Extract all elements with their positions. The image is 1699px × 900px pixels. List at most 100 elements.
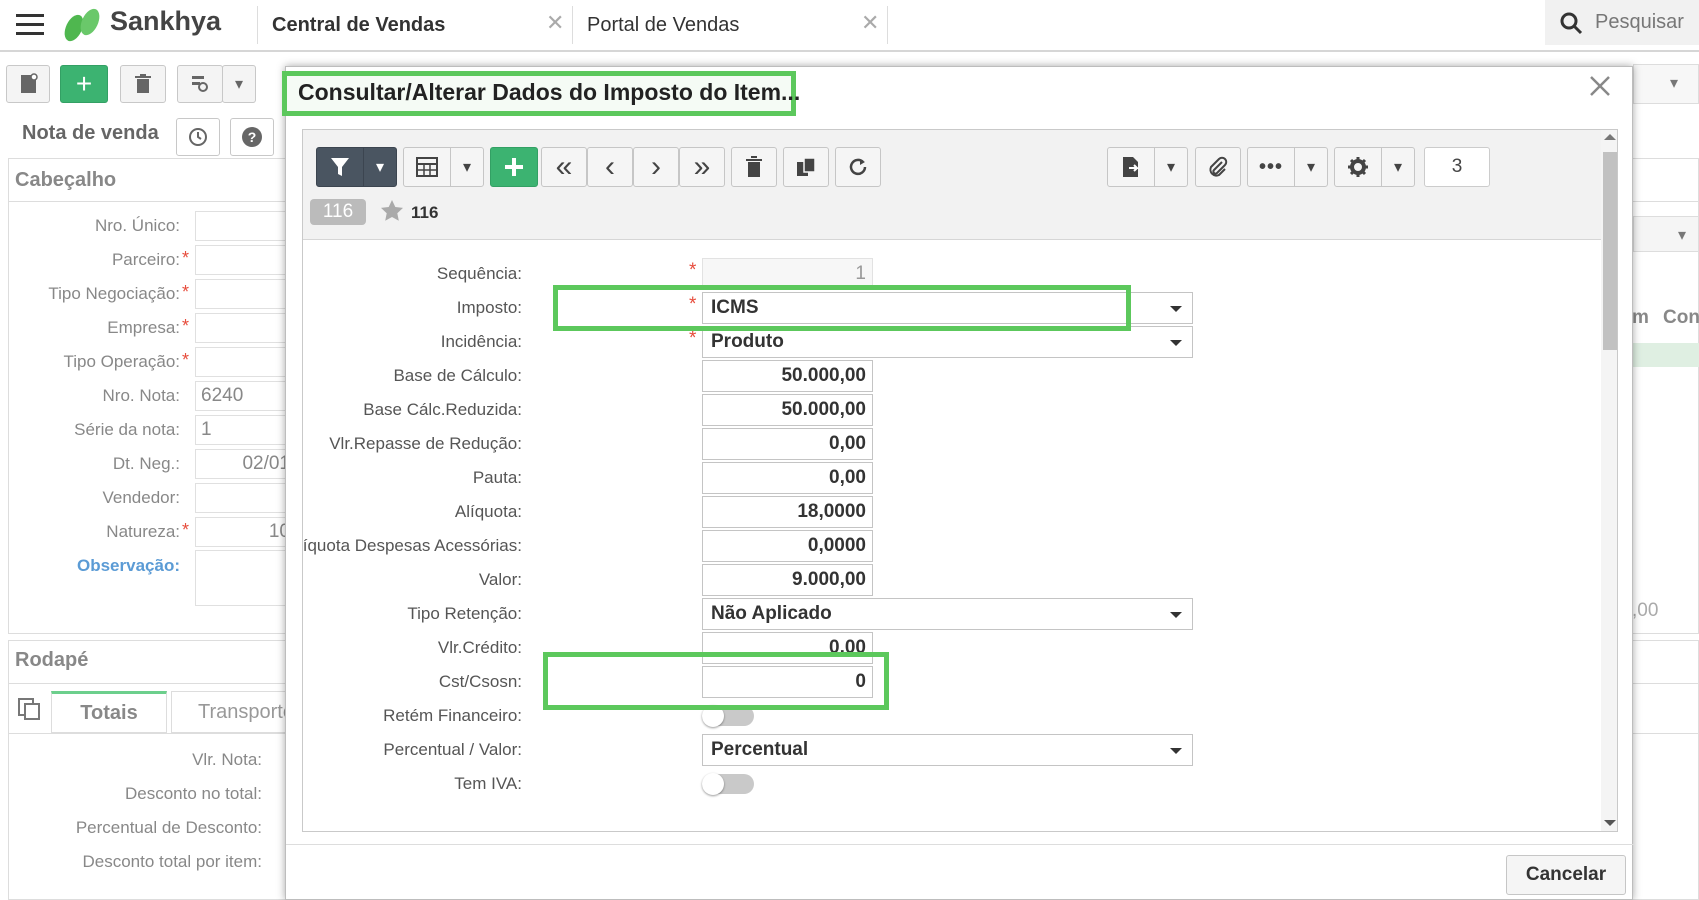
chevron-down-icon[interactable]: ▾ (1670, 73, 1678, 93)
previous-record-button[interactable]: ‹ (587, 147, 633, 187)
scroll-up-arrow[interactable] (1604, 134, 1616, 140)
filter-button[interactable] (316, 147, 364, 187)
page-number: 3 (1451, 156, 1463, 177)
search-icon (1559, 11, 1583, 35)
chevron-down-icon[interactable] (1170, 306, 1182, 312)
first-record-button[interactable]: « (541, 147, 587, 187)
chevron-down-icon[interactable]: ▾ (1678, 225, 1686, 245)
grid-icon (416, 157, 438, 177)
field-select[interactable]: Não Aplicado (702, 598, 1193, 630)
search-records-icon[interactable] (177, 65, 223, 103)
double-chevron-right-icon: » (693, 150, 711, 183)
settings-button[interactable] (1334, 147, 1382, 187)
tax-dialog: Consultar/Alterar Dados do Imposto do It… (282, 66, 1634, 900)
close-tab-icon[interactable]: ✕ (546, 10, 564, 36)
hamburger-menu-icon[interactable] (16, 12, 44, 36)
header-field-row: Tipo Operação: * (0, 346, 295, 378)
chevron-down-icon[interactable] (1170, 340, 1182, 346)
last-record-button[interactable]: » (679, 147, 725, 187)
header-field-input[interactable] (195, 347, 295, 377)
chevron-down-icon[interactable] (1170, 748, 1182, 754)
copy-icon[interactable] (17, 697, 41, 721)
chevron-down-icon: ▾ (1166, 159, 1176, 176)
next-record-button[interactable]: › (633, 147, 679, 187)
tab-central-de-vendas[interactable]: Central de Vendas (272, 0, 572, 50)
dialog-content-panel: ▾ ▾ « ‹ › » ▾ ••• ▾ ▾ 3 116 116 Sequênci… (302, 129, 1618, 832)
close-tab-icon[interactable]: ✕ (861, 10, 879, 36)
header-field-input[interactable]: 02/01 (195, 449, 295, 479)
field-label: Valor: (478, 570, 522, 589)
chevron-down-icon: ▾ (375, 159, 385, 176)
field-input[interactable]: 50.000,00 (702, 360, 873, 392)
background-right-toolbar: ▾ (1633, 64, 1699, 104)
double-chevron-left-icon: « (555, 150, 573, 183)
tab-portal-de-vendas[interactable]: Portal de Vendas (587, 0, 887, 50)
header-field-label: Empresa: (107, 318, 180, 337)
search-box[interactable]: Pesquisar (1545, 0, 1699, 45)
grid-export-icon[interactable]: ▾ (1633, 216, 1699, 252)
chevron-right-icon: › (651, 150, 661, 183)
more-options-button[interactable]: ••• (1247, 147, 1295, 187)
new-document-icon[interactable] (6, 65, 50, 103)
header-field-input[interactable] (195, 211, 295, 241)
export-button[interactable] (1107, 147, 1155, 187)
field-input[interactable]: 9.000,00 (702, 564, 873, 596)
field-select[interactable]: Percentual (702, 734, 1193, 766)
more-options-dropdown[interactable]: ▾ (1294, 147, 1328, 187)
header-section-title: Cabeçalho (15, 169, 117, 191)
favorite-star-icon[interactable] (380, 199, 404, 223)
header-field-label: Nro. Nota: (102, 386, 180, 405)
header-field-input[interactable]: 6240 (195, 381, 295, 411)
close-dialog-icon[interactable] (1589, 75, 1611, 97)
grid-header-col-con: Con (1663, 307, 1699, 328)
refresh-button[interactable] (835, 147, 881, 187)
scrollbar-thumb[interactable] (1603, 152, 1617, 350)
field-label: Tipo Retenção: (407, 604, 522, 623)
duplicate-record-button[interactable] (783, 147, 829, 187)
header-field-input[interactable] (195, 245, 295, 275)
header-field-row: Nro. Único: (0, 210, 295, 242)
header-field-input[interactable] (195, 483, 295, 513)
attachment-button[interactable] (1195, 147, 1241, 187)
tab-label: Portal de Vendas (587, 13, 740, 36)
field-input[interactable]: 18,0000 (702, 496, 873, 528)
grid-view-button[interactable] (403, 147, 451, 187)
observacao-label[interactable]: Observação: (0, 556, 180, 576)
header-field-input[interactable]: 10 (195, 517, 295, 547)
vertical-scrollbar[interactable] (1601, 130, 1617, 831)
field-label: Retém Financeiro: (383, 706, 522, 725)
header-field-row: Empresa: * (0, 312, 295, 344)
header-field-input[interactable]: 1 (195, 415, 295, 445)
more-icon: ••• (1258, 155, 1283, 178)
header-field-input[interactable] (195, 279, 295, 309)
header-field-row: Dt. Neg.: 02/01 (0, 448, 295, 480)
header-field-label: Natureza: (106, 522, 180, 541)
chevron-down-icon[interactable]: ▾ (222, 65, 256, 103)
chevron-down-icon[interactable] (1170, 612, 1182, 618)
filter-dropdown[interactable]: ▾ (363, 147, 397, 187)
svg-text:?: ? (248, 129, 257, 145)
field-input[interactable]: 0,00 (702, 428, 873, 460)
field-input[interactable]: 0,0000 (702, 530, 873, 562)
cancel-button[interactable]: Cancelar (1506, 855, 1626, 895)
field-input[interactable]: 0,00 (702, 462, 873, 494)
required-marker: * (689, 328, 697, 349)
tab-totais[interactable]: Totais (51, 691, 167, 733)
scroll-down-arrow[interactable] (1604, 820, 1616, 826)
observacao-textarea[interactable] (195, 550, 295, 606)
add-record-button[interactable] (490, 147, 538, 187)
grid-view-dropdown[interactable]: ▾ (450, 147, 484, 187)
delete-icon[interactable] (120, 65, 166, 103)
header-field-input[interactable] (195, 313, 295, 343)
page-number-box[interactable]: 3 (1424, 147, 1490, 187)
field-label: Percentual / Valor: (383, 740, 522, 759)
footer-section-title: Rodapé (15, 649, 89, 671)
settings-dropdown[interactable]: ▾ (1381, 147, 1415, 187)
help-icon[interactable]: ? (230, 118, 274, 156)
add-button[interactable]: + (60, 65, 108, 103)
delete-record-button[interactable] (731, 147, 777, 187)
export-dropdown[interactable]: ▾ (1154, 147, 1188, 187)
refresh-history-icon[interactable] (176, 118, 220, 156)
field-input[interactable]: 50.000,00 (702, 394, 873, 426)
field-toggle[interactable] (702, 773, 754, 795)
